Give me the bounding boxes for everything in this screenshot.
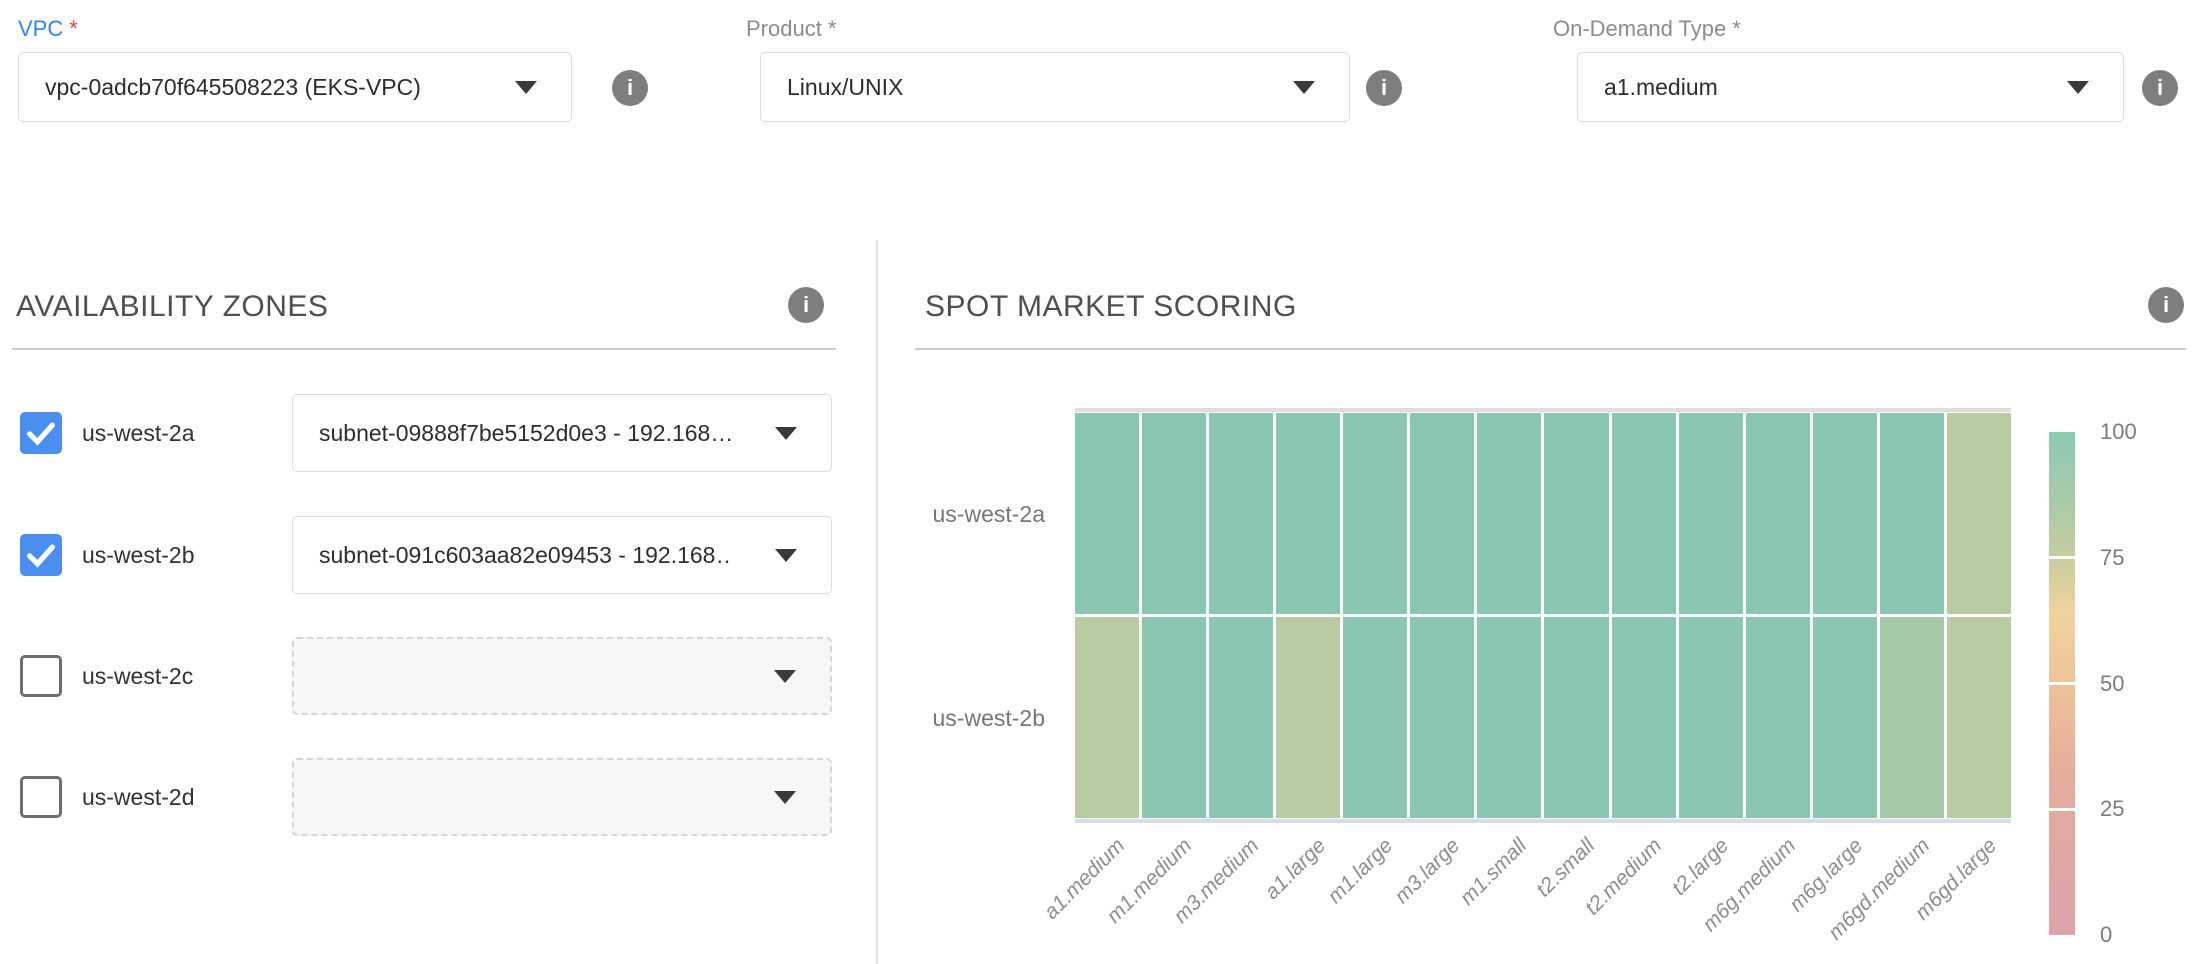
zone-label: us-west-2b <box>82 534 194 576</box>
heatmap-y-label: us-west-2b <box>885 704 1045 732</box>
heatmap-cell-us-west-2b-m1.small[interactable] <box>1477 617 1541 818</box>
vpc-select-value: vpc-0adcb70f645508223 (EKS-VPC) <box>19 74 421 101</box>
heatmap-cell-us-west-2b-a1.large[interactable] <box>1276 617 1340 818</box>
legend-tick-label: 25 <box>2100 796 2124 822</box>
heatmap-cell-us-west-2a-a1.large[interactable] <box>1276 413 1340 614</box>
zone-checkbox[interactable] <box>20 776 62 818</box>
heatmap-cell-us-west-2a-m6gd.large[interactable] <box>1947 413 2011 614</box>
heatmap-cell-us-west-2b-t2.large[interactable] <box>1679 617 1743 818</box>
chevron-down-icon <box>515 81 537 94</box>
heatmap-cell-us-west-2a-m6gd.medium[interactable] <box>1880 413 1944 614</box>
legend-tick-label: 0 <box>2100 922 2112 948</box>
heatmap-cell-us-west-2b-m1.large[interactable] <box>1343 617 1407 818</box>
subnet-select[interactable]: subnet-09888f7be5152d0e3 - 192.168… <box>292 394 832 472</box>
section-divider <box>12 348 836 350</box>
zone-label: us-west-2a <box>82 412 194 454</box>
zone-checkbox[interactable] <box>20 412 62 454</box>
heatmap-cell-us-west-2b-m6g.large[interactable] <box>1813 617 1877 818</box>
heatmap-top-axis-line <box>1075 408 2011 412</box>
heatmap-y-label: us-west-2a <box>885 500 1045 528</box>
legend-tick-label: 100 <box>2100 419 2137 445</box>
legend-tick-label: 50 <box>2100 671 2124 697</box>
chevron-down-icon <box>2067 81 2089 94</box>
zone-checkbox[interactable] <box>20 534 62 576</box>
heatmap-cell-us-west-2b-a1.medium[interactable] <box>1075 617 1139 818</box>
spot-instance-configuration-page: VPC* vpc-0adcb70f645508223 (EKS-VPC) i P… <box>0 0 2196 964</box>
on-demand-type-label: On-Demand Type* <box>1553 16 1741 42</box>
heatmap-cell-us-west-2a-t2.large[interactable] <box>1679 413 1743 614</box>
heatmap-cell-us-west-2b-m6gd.medium[interactable] <box>1880 617 1944 818</box>
checkmark-icon <box>20 534 62 576</box>
chevron-down-icon <box>775 427 797 440</box>
heatmap-cell-us-west-2b-m6g.medium[interactable] <box>1746 617 1810 818</box>
panel-divider <box>876 240 878 964</box>
chevron-down-icon <box>775 549 797 562</box>
product-select-value: Linux/UNIX <box>761 74 903 101</box>
info-icon[interactable]: i <box>1366 70 1402 106</box>
legend-tick-line <box>2049 682 2075 685</box>
vpc-select[interactable]: vpc-0adcb70f645508223 (EKS-VPC) <box>18 52 572 122</box>
heatmap-cell-us-west-2a-m3.large[interactable] <box>1410 413 1474 614</box>
heatmap-cell-us-west-2a-t2.medium[interactable] <box>1612 413 1676 614</box>
checkmark-icon <box>20 412 62 454</box>
heatmap-cell-us-west-2b-m3.medium[interactable] <box>1209 617 1273 818</box>
vpc-label: VPC* <box>18 16 78 42</box>
heatmap-cell-us-west-2a-m1.large[interactable] <box>1343 413 1407 614</box>
heatmap-cell-us-west-2a-m6g.large[interactable] <box>1813 413 1877 614</box>
zone-checkbox[interactable] <box>20 655 62 697</box>
spot-market-scoring-title: SPOT MARKET SCORING <box>925 290 1297 324</box>
chevron-down-icon <box>1293 81 1315 94</box>
subnet-select <box>292 637 832 715</box>
section-divider <box>915 348 2186 350</box>
spot-score-heatmap <box>1075 413 2011 818</box>
zone-label: us-west-2d <box>82 776 194 818</box>
info-icon[interactable]: i <box>788 287 824 323</box>
heatmap-cell-us-west-2a-t2.small[interactable] <box>1544 413 1608 614</box>
on-demand-type-select-value: a1.medium <box>1578 74 1718 101</box>
legend-tick-line <box>2049 556 2075 559</box>
info-icon[interactable]: i <box>2142 70 2178 106</box>
heatmap-bottom-axis-line <box>1075 819 2011 823</box>
availability-zones-title: AVAILABILITY ZONES <box>16 290 328 324</box>
on-demand-type-select[interactable]: a1.medium <box>1577 52 2124 122</box>
subnet-select-value: subnet-091c603aa82e09453 - 192.168… <box>293 542 733 569</box>
heatmap-cell-us-west-2b-m6gd.large[interactable] <box>1947 617 2011 818</box>
product-select[interactable]: Linux/UNIX <box>760 52 1350 122</box>
chevron-down-icon <box>774 670 796 683</box>
zone-label: us-west-2c <box>82 655 193 697</box>
heatmap-cell-us-west-2a-m3.medium[interactable] <box>1209 413 1273 614</box>
subnet-select-value: subnet-09888f7be5152d0e3 - 192.168… <box>293 420 733 447</box>
product-label: Product* <box>746 16 836 42</box>
heatmap-cell-us-west-2a-m6g.medium[interactable] <box>1746 413 1810 614</box>
chevron-down-icon <box>774 791 796 804</box>
info-icon[interactable]: i <box>2148 287 2184 323</box>
heatmap-cell-us-west-2b-m3.large[interactable] <box>1410 617 1474 818</box>
legend-tick-label: 75 <box>2100 545 2124 571</box>
heatmap-cell-us-west-2a-m1.medium[interactable] <box>1142 413 1206 614</box>
subnet-select <box>292 758 832 836</box>
heatmap-cell-us-west-2a-m1.small[interactable] <box>1477 413 1541 614</box>
heatmap-cell-us-west-2b-t2.small[interactable] <box>1544 617 1608 818</box>
subnet-select[interactable]: subnet-091c603aa82e09453 - 192.168… <box>292 516 832 594</box>
legend-tick-line <box>2049 808 2075 811</box>
heatmap-cell-us-west-2b-t2.medium[interactable] <box>1612 617 1676 818</box>
heatmap-cell-us-west-2a-a1.medium[interactable] <box>1075 413 1139 614</box>
heatmap-cell-us-west-2b-m1.medium[interactable] <box>1142 617 1206 818</box>
info-icon[interactable]: i <box>612 70 648 106</box>
